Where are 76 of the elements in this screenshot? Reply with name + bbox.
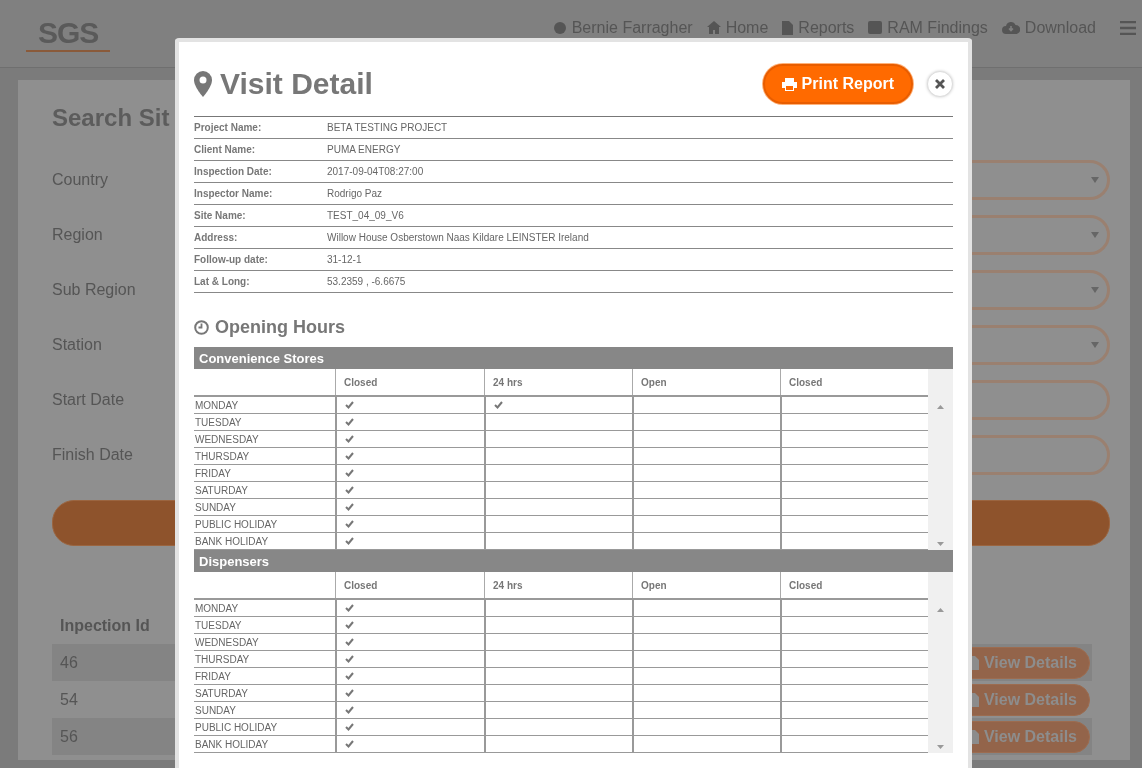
detail-label: Site Name:: [194, 210, 247, 221]
detail-value: 31-12-1: [327, 254, 362, 265]
column-header: Closed: [344, 579, 378, 591]
clock-icon: [194, 320, 209, 335]
day-label: SATURDAY: [195, 484, 248, 496]
field-label: Sub Region: [52, 280, 136, 299]
detail-label: Follow-up date:: [194, 254, 269, 265]
detail-label: Client Name:: [194, 144, 257, 155]
printer-icon: [781, 77, 797, 91]
day-label: SUNDAY: [195, 704, 236, 716]
check-icon: [494, 401, 503, 409]
day-label: FRIDAY: [195, 670, 231, 682]
detail-value: BETA TESTING PROJECT: [327, 122, 448, 133]
scrollbar[interactable]: [928, 572, 953, 753]
print-report-button[interactable]: Print Report: [762, 64, 913, 104]
detail-value: 2017-09-04T08:27:00: [327, 166, 424, 177]
dropdown-arrow-icon: [1091, 176, 1099, 183]
close-icon: [935, 79, 945, 89]
day-label: TUESDAY: [195, 619, 242, 631]
detail-value: PUMA ENERGY: [327, 144, 401, 155]
map-pin-icon: [194, 71, 212, 97]
field-label: Station: [52, 335, 102, 354]
menu-icon[interactable]: [1120, 20, 1136, 35]
day-label: PUBLIC HOLIDAY: [195, 721, 278, 733]
detail-value: TEST_04_09_V6: [327, 210, 404, 221]
column-header: Closed: [789, 376, 823, 388]
day-label: SATURDAY: [195, 687, 248, 699]
column-header: Open: [641, 376, 667, 388]
day-label: WEDNESDAY: [195, 433, 259, 445]
cloud-download-icon: [1001, 21, 1020, 34]
day-label: PUBLIC HOLIDAY: [195, 518, 278, 530]
detail-label: Lat & Long:: [194, 276, 251, 287]
box-icon: [868, 21, 883, 34]
home-icon: [706, 21, 721, 34]
field-label: Start Date: [52, 390, 125, 409]
field-label: Country: [52, 170, 109, 189]
scroll-up-icon[interactable]: [937, 405, 944, 409]
detail-label: Inspection Date:: [194, 166, 273, 177]
section-title: Opening Hours: [215, 317, 345, 338]
day-label: MONDAY: [195, 602, 239, 614]
day-label: TUESDAY: [195, 416, 242, 428]
file-icon: [782, 20, 794, 35]
modal-title: Visit Detail: [220, 67, 373, 101]
day-label: WEDNESDAY: [195, 636, 259, 648]
detail-value: Rodrigo Paz: [327, 188, 383, 199]
day-label: THURSDAY: [195, 653, 250, 665]
detail-label: Inspector Name:: [194, 188, 274, 199]
dropdown-arrow-icon: [1091, 286, 1099, 293]
column-header: Closed: [344, 376, 378, 388]
day-label: BANK HOLIDAY: [195, 738, 269, 750]
dropdown-arrow-icon: [1091, 231, 1099, 238]
close-button[interactable]: [927, 71, 953, 97]
column-header: 24 hrs: [493, 376, 523, 388]
field-label: Finish Date: [52, 445, 133, 464]
day-label: FRIDAY: [195, 467, 231, 479]
day-label: THURSDAY: [195, 450, 250, 462]
scrollbar[interactable]: [928, 369, 953, 550]
column-header: 24 hrs: [493, 579, 523, 591]
scroll-down-icon[interactable]: [937, 745, 944, 749]
detail-label: Project Name:: [194, 122, 263, 133]
column-header: Open: [641, 579, 667, 591]
detail-label: Address:: [194, 232, 239, 243]
day-label: MONDAY: [195, 399, 239, 411]
scroll-down-icon[interactable]: [937, 542, 944, 546]
field-label: Region: [52, 225, 103, 244]
section-header: Dispensers: [194, 550, 953, 572]
detail-value: Willow House Osberstown Naas Kildare LEINSTER Ireland: [327, 232, 589, 243]
column-header: Closed: [789, 579, 823, 591]
table-cell: 54: [60, 690, 78, 709]
day-label: SUNDAY: [195, 501, 236, 513]
detail-value: 53.2359 , -6.6675: [327, 276, 406, 287]
section-header: Convenience Stores: [194, 347, 953, 369]
scroll-up-icon[interactable]: [937, 608, 944, 612]
column-header: Inpection Id: [60, 617, 150, 635]
dropdown-arrow-icon: [1091, 341, 1099, 348]
day-label: BANK HOLIDAY: [195, 535, 269, 547]
